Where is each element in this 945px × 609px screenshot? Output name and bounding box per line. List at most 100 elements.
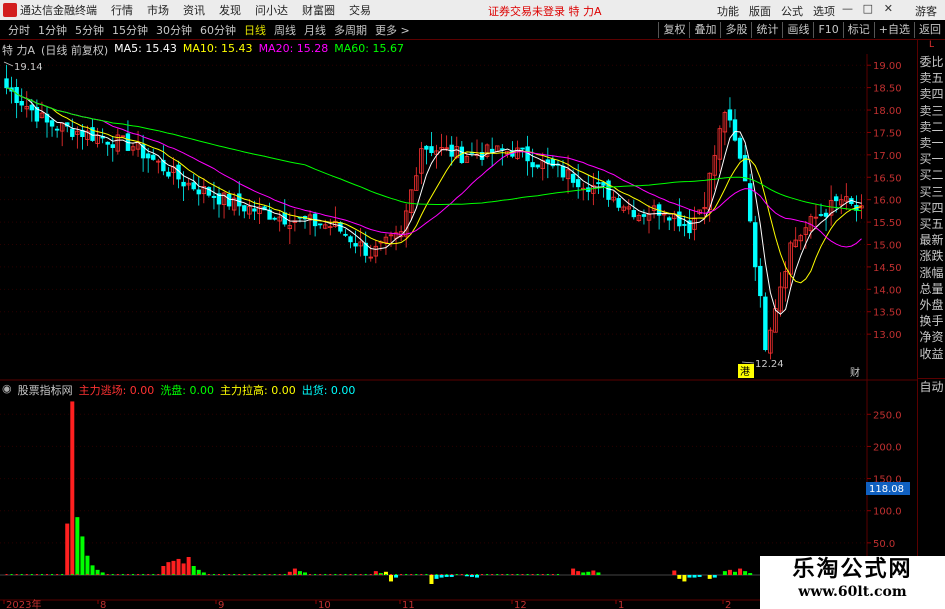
candle-body [226, 193, 232, 207]
side-item[interactable]: 收益 [918, 346, 945, 362]
menu-layout[interactable]: 版面 [749, 3, 771, 19]
baseline-tick [415, 574, 418, 575]
side-item[interactable]: 最新 [918, 232, 945, 248]
price-tick-label: 14.00 [873, 285, 902, 296]
indicator-bar [85, 555, 90, 575]
period-daily[interactable]: 日线 [244, 22, 266, 38]
menu-news[interactable]: 资讯 [183, 2, 205, 18]
baseline-tick [470, 574, 473, 575]
kline-chart[interactable]: 19.00 18.50 18.00 17.50 17.00 16.50 16.00 15.50… [0, 40, 917, 609]
side-item[interactable]: 涨跌 [918, 248, 945, 264]
side-item[interactable]: 卖一 [918, 135, 945, 151]
period-60min[interactable]: 60分钟 [200, 22, 236, 38]
period-monthly[interactable]: 月线 [304, 22, 326, 38]
menu-market[interactable]: 市场 [147, 2, 169, 18]
side-item[interactable]: 卖四 [918, 86, 945, 102]
menu-ask[interactable]: 问小达 [255, 2, 288, 18]
baseline-tick [177, 574, 180, 575]
auto-button[interactable]: 自动 [918, 377, 945, 395]
tool-mark[interactable]: 标记 [842, 22, 874, 38]
guest-label[interactable]: 游客 [915, 3, 937, 19]
hk-badge-text: 港 [740, 366, 750, 378]
tool-stats[interactable]: 统计 [751, 22, 782, 38]
side-item[interactable]: 买一 [918, 151, 945, 167]
finance-label: 财 [850, 366, 860, 379]
side-item[interactable]: 买四 [918, 200, 945, 216]
indicator-bar [571, 568, 576, 575]
candle-body [429, 146, 434, 153]
gear-icon[interactable]: ◉ [2, 382, 12, 398]
sub-tick-label: 50.0 [873, 539, 895, 550]
baseline-tick [440, 574, 443, 575]
candle-body [252, 208, 257, 212]
menu-options[interactable]: 选项 [813, 3, 835, 19]
period-30min[interactable]: 30分钟 [156, 22, 192, 38]
candle-body [535, 164, 540, 168]
period-5min[interactable]: 5分钟 [75, 22, 104, 38]
indicator-bar [181, 563, 186, 575]
side-item[interactable]: 买二 [918, 167, 945, 183]
baseline-tick [319, 574, 322, 575]
period-1min[interactable]: 1分钟 [38, 22, 67, 38]
side-item[interactable]: 卖三 [918, 103, 945, 119]
price-tick-label: 16.00 [873, 196, 902, 207]
menu-function[interactable]: 功能 [717, 3, 739, 19]
candle-body [317, 223, 323, 226]
candle-body [737, 137, 743, 159]
menu-quotes[interactable]: 行情 [111, 2, 133, 18]
tool-multi-stock[interactable]: 多股 [720, 22, 751, 38]
sub-tick-label: 200.0 [873, 442, 902, 453]
period-weekly[interactable]: 周线 [274, 22, 296, 38]
baseline-tick [445, 574, 448, 575]
baseline-tick [132, 574, 134, 575]
tool-back[interactable]: 返回 [914, 22, 945, 38]
side-item[interactable]: 换手 [918, 313, 945, 329]
side-item[interactable]: 外盘 [918, 297, 945, 313]
close-icon[interactable]: ✕ [884, 2, 893, 15]
baseline-tick [430, 574, 433, 575]
period-tick[interactable]: 分时 [8, 22, 30, 38]
baseline-tick [15, 574, 18, 575]
baseline-tick [551, 574, 554, 575]
menu-wealth-circle[interactable]: 财富圈 [302, 2, 335, 18]
side-item[interactable]: 买五 [918, 216, 945, 232]
baseline-tick [359, 574, 362, 575]
side-item[interactable]: 涨幅 [918, 265, 945, 281]
side-item[interactable]: 委比 [918, 54, 945, 70]
indicator-name[interactable]: 股票指标网 [18, 382, 73, 398]
price-tick-label: 18.50 [873, 84, 902, 95]
candle-body [211, 195, 217, 198]
app-title: 通达信金融终端 [20, 4, 97, 17]
tool-add-watchlist[interactable]: +自选 [873, 22, 914, 38]
tool-draw[interactable]: 画线 [782, 22, 813, 38]
side-item[interactable]: 买三 [918, 184, 945, 200]
baseline-tick [273, 574, 276, 575]
menu-formula[interactable]: 公式 [781, 3, 803, 19]
side-item[interactable]: 卖五 [918, 70, 945, 86]
baseline-tick [420, 574, 423, 575]
price-tick-label: 17.00 [873, 151, 902, 162]
candle-body [29, 104, 35, 111]
tool-f10[interactable]: F10 [813, 22, 842, 38]
indicator-bar [722, 571, 727, 575]
indicator-bar [581, 572, 586, 575]
period-more[interactable]: 更多 > [375, 22, 410, 38]
baseline-tick [162, 574, 165, 575]
sub-chart-legend: ◉ 股票指标网 主力逃场: 0.00 洗盘: 0.00 主力拉高: 0.00 出… [2, 382, 355, 398]
candle-body [348, 236, 353, 243]
baseline-tick [10, 574, 13, 575]
menu-trade[interactable]: 交易 [349, 2, 371, 18]
menu-discover[interactable]: 发现 [219, 2, 241, 18]
tool-overlay[interactable]: 叠加 [689, 22, 720, 38]
side-item[interactable]: 净资 [918, 329, 945, 345]
baseline-tick [511, 574, 514, 575]
period-multi[interactable]: 多周期 [334, 22, 367, 38]
period-15min[interactable]: 15分钟 [112, 22, 148, 38]
candle-body [272, 217, 277, 220]
maximize-icon[interactable]: □ [863, 2, 873, 15]
side-item[interactable]: 总量 [918, 281, 945, 297]
tool-adjust[interactable]: 复权 [658, 22, 689, 38]
minimize-icon[interactable]: — [842, 2, 853, 15]
side-item[interactable]: 卖二 [918, 119, 945, 135]
sub-tick-label: 250.0 [873, 410, 902, 421]
